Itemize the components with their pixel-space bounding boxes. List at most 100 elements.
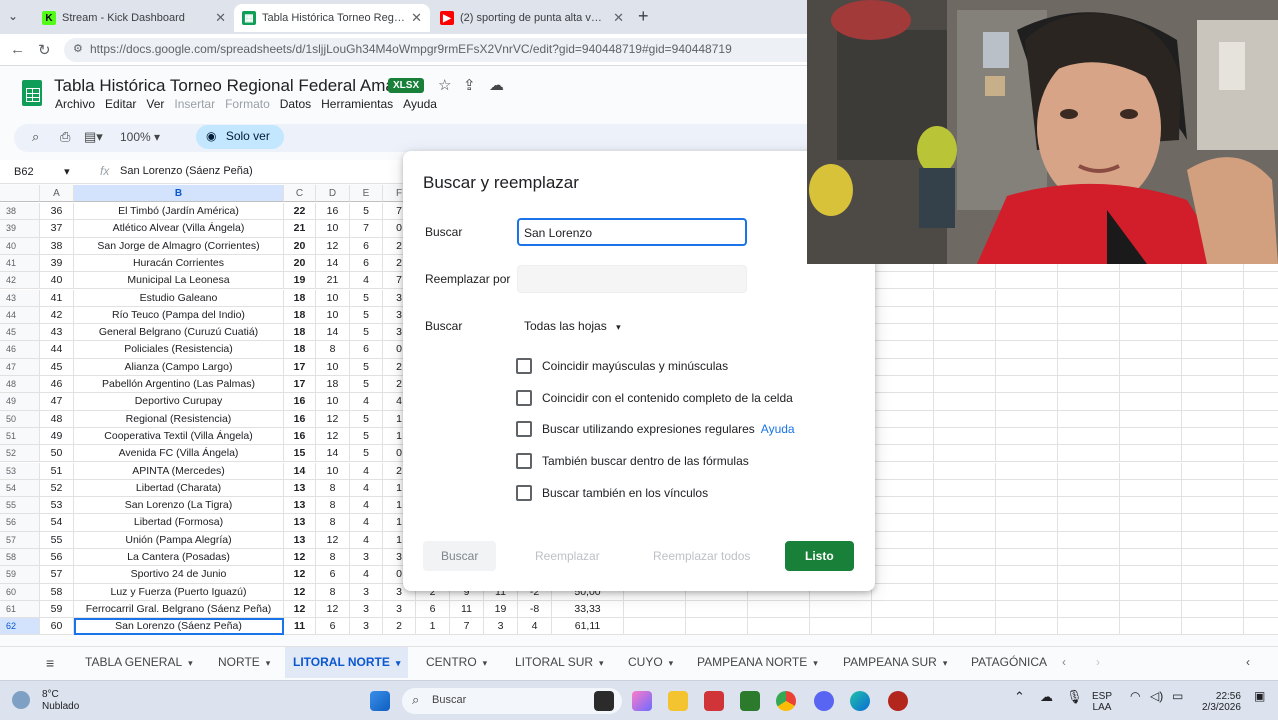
team-cell[interactable]: Río Teuco (Pampa del Indio) [74, 306, 284, 325]
tab-search-icon[interactable]: ⌄ [8, 9, 18, 23]
table-cell[interactable]: 14 [316, 445, 350, 463]
language-indicator[interactable]: ESP LAA [1092, 691, 1112, 713]
table-cell[interactable]: 7 [450, 618, 484, 635]
table-cell[interactable] [810, 600, 872, 619]
table-cell[interactable]: 12 [316, 410, 350, 428]
table-cell[interactable]: 4 [350, 531, 383, 549]
column-header[interactable]: E [350, 185, 383, 202]
row-header[interactable]: 47 [0, 358, 40, 376]
table-cell[interactable]: 12 [284, 583, 316, 601]
table-cell[interactable] [1182, 341, 1244, 359]
table-cell[interactable] [1120, 514, 1182, 532]
table-cell[interactable] [934, 272, 996, 290]
table-cell[interactable] [996, 462, 1058, 480]
onedrive-icon[interactable]: ☁ [1040, 690, 1053, 703]
table-cell[interactable]: 12 [316, 531, 350, 549]
table-cell[interactable] [934, 549, 996, 567]
table-cell[interactable]: -8 [518, 600, 552, 619]
table-cell[interactable] [996, 324, 1058, 342]
table-cell[interactable]: 18 [316, 376, 350, 394]
table-cell[interactable]: 4 [518, 618, 552, 635]
checkbox[interactable] [516, 390, 532, 406]
table-cell[interactable]: 18 [284, 306, 316, 325]
table-cell[interactable] [1244, 307, 1278, 325]
table-cell[interactable] [810, 618, 872, 635]
table-cell[interactable]: 8 [316, 497, 350, 515]
team-cell[interactable]: Regional (Resistencia) [74, 410, 284, 428]
table-cell[interactable]: 12 [284, 600, 316, 619]
menu-herramientas[interactable]: Herramientas [321, 97, 393, 111]
table-cell[interactable] [934, 427, 996, 446]
table-cell[interactable] [1120, 583, 1182, 601]
table-cell[interactable]: 55 [40, 531, 74, 549]
table-cell[interactable] [1120, 531, 1182, 549]
table-cell[interactable] [1058, 618, 1120, 635]
move-icon[interactable]: ⇪ [463, 76, 476, 94]
replace-all-button[interactable]: Reemplazar todos [635, 541, 768, 571]
table-cell[interactable] [1058, 566, 1120, 584]
document-title[interactable]: Tabla Histórica Torneo Regional Federal … [54, 76, 424, 96]
table-cell[interactable] [996, 272, 1058, 290]
table-cell[interactable] [996, 618, 1058, 635]
table-cell[interactable] [1058, 549, 1120, 567]
table-cell[interactable]: 19 [484, 600, 518, 619]
checkbox[interactable] [516, 421, 532, 437]
table-cell[interactable]: 2 [383, 618, 416, 635]
table-cell[interactable] [996, 358, 1058, 376]
team-cell[interactable]: El Timbó (Jardín América) [74, 203, 284, 221]
row-header[interactable]: 38 [0, 203, 40, 221]
table-cell[interactable] [1244, 497, 1278, 515]
team-cell[interactable]: Atlético Alvear (Villa Ángela) [74, 220, 284, 238]
table-cell[interactable]: 10 [316, 220, 350, 238]
search-menus-icon[interactable]: ⌕ [32, 129, 39, 145]
sheet-tab-tabla-general[interactable]: TABLA GENERAL ▾ [85, 647, 193, 678]
table-cell[interactable]: 1 [416, 618, 450, 635]
table-cell[interactable] [872, 531, 934, 549]
checkbox[interactable] [516, 485, 532, 501]
table-cell[interactable]: 17 [284, 376, 316, 394]
row-header[interactable]: 49 [0, 393, 40, 411]
menu-ayuda[interactable]: Ayuda [403, 97, 437, 111]
table-cell[interactable] [624, 618, 686, 635]
side-panel-toggle-icon[interactable]: ‹ [1246, 647, 1250, 678]
table-cell[interactable]: 12 [316, 600, 350, 619]
table-cell[interactable] [872, 462, 934, 480]
table-cell[interactable] [934, 358, 996, 376]
table-cell[interactable] [1182, 393, 1244, 411]
table-cell[interactable] [872, 324, 934, 342]
table-cell[interactable]: 14 [284, 462, 316, 480]
table-cell[interactable] [872, 393, 934, 411]
sheets-logo-icon[interactable] [22, 80, 42, 106]
table-cell[interactable] [1244, 618, 1278, 635]
table-cell[interactable]: 16 [284, 393, 316, 411]
table-cell[interactable] [686, 600, 748, 619]
table-cell[interactable]: 10 [316, 358, 350, 376]
help-link[interactable]: Ayuda [761, 422, 795, 436]
windows-start-icon[interactable] [370, 691, 390, 711]
table-cell[interactable]: 5 [350, 376, 383, 394]
table-cell[interactable]: 40 [40, 272, 74, 290]
sheet-tab-litoral-sur[interactable]: LITORAL SUR ▾ [515, 647, 604, 678]
table-cell[interactable] [1120, 272, 1182, 290]
menu-ver[interactable]: Ver [146, 97, 164, 111]
table-cell[interactable]: 17 [284, 358, 316, 376]
table-cell[interactable]: 8 [316, 341, 350, 359]
table-cell[interactable] [1058, 393, 1120, 411]
table-cell[interactable]: 21 [316, 272, 350, 290]
table-cell[interactable] [1244, 324, 1278, 342]
roblox-icon[interactable] [888, 691, 908, 711]
table-cell[interactable]: 44 [40, 341, 74, 359]
table-cell[interactable]: 41 [40, 289, 74, 307]
replace-input[interactable] [517, 265, 747, 293]
row-header[interactable]: 41 [0, 254, 40, 273]
row-header[interactable]: 54 [0, 479, 40, 498]
task-view-icon[interactable] [594, 691, 614, 711]
table-cell[interactable] [996, 289, 1058, 307]
table-cell[interactable]: 20 [284, 237, 316, 255]
table-cell[interactable]: 51 [40, 462, 74, 480]
select-all-corner[interactable] [0, 185, 40, 202]
row-header[interactable]: 56 [0, 514, 40, 532]
all-sheets-icon[interactable]: ≡ [46, 655, 54, 671]
team-cell[interactable]: Luz y Fuerza (Puerto Iguazú) [74, 583, 284, 601]
table-cell[interactable] [1182, 324, 1244, 342]
